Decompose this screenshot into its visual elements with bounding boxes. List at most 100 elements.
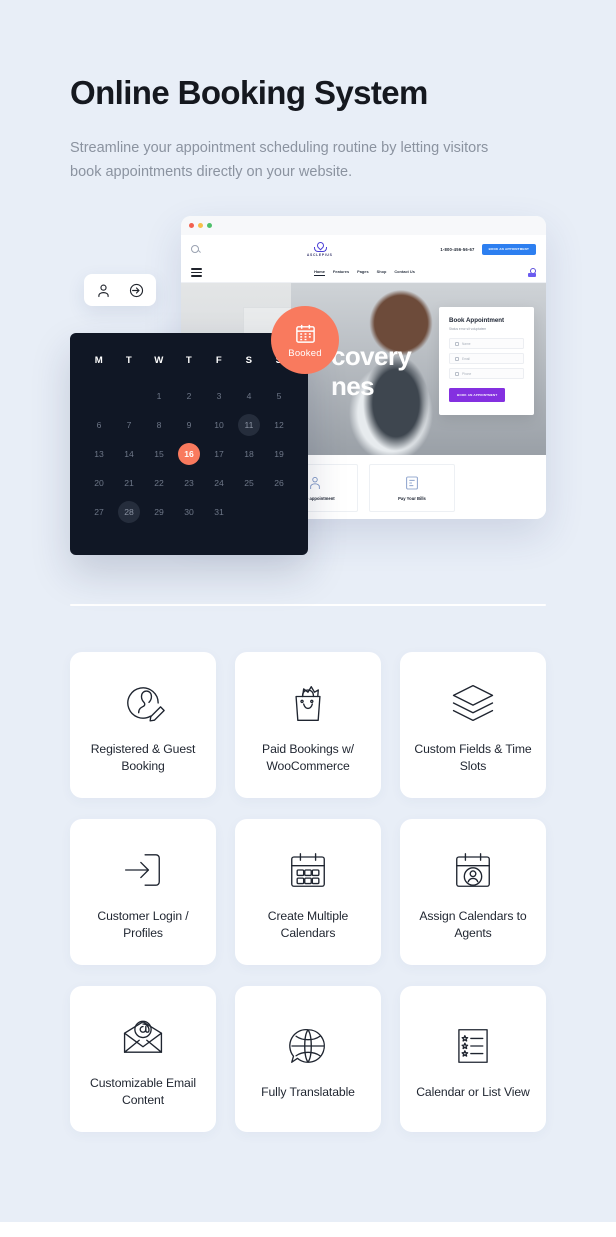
site-cta-button[interactable]: BOOK AN APPOINTMENT bbox=[481, 243, 536, 255]
booked-badge-label: Booked bbox=[288, 347, 322, 359]
shopping-bag-icon bbox=[282, 675, 334, 731]
calendar-day[interactable]: 23 bbox=[178, 472, 200, 494]
calendar-day[interactable]: 17 bbox=[208, 443, 230, 465]
globe-speech-icon bbox=[282, 1018, 334, 1074]
calendar-day[interactable]: 29 bbox=[148, 501, 170, 523]
calendar-day[interactable]: 7 bbox=[118, 414, 140, 436]
book-appointment-form: Book Appointment Status error sit volupt… bbox=[439, 307, 534, 415]
asclepius-logo-icon bbox=[313, 242, 328, 252]
calendar-day[interactable]: 25 bbox=[238, 472, 260, 494]
calendar-cell[interactable]: 5 bbox=[264, 385, 294, 407]
calendar-cell[interactable]: 15 bbox=[144, 443, 174, 465]
calendar-day[interactable]: 14 bbox=[118, 443, 140, 465]
nav-item-home[interactable]: Home bbox=[314, 269, 325, 276]
calendar-day[interactable]: 1 bbox=[148, 385, 170, 407]
calendar-day[interactable]: 22 bbox=[148, 472, 170, 494]
calendar-day[interactable]: 28 bbox=[118, 501, 140, 523]
user-account-pill[interactable] bbox=[84, 274, 156, 306]
calendar-cell[interactable]: 22 bbox=[144, 472, 174, 494]
calendar-cell[interactable]: 19 bbox=[264, 443, 294, 465]
calendar-day[interactable]: 8 bbox=[148, 414, 170, 436]
calendar-day[interactable]: 10 bbox=[208, 414, 230, 436]
feature-card-0[interactable]: Registered & Guest Booking bbox=[70, 652, 216, 798]
calendar-day[interactable]: 2 bbox=[178, 385, 200, 407]
calendar-day-selected[interactable]: 16 bbox=[178, 443, 200, 465]
calendar-day[interactable]: 13 bbox=[88, 443, 110, 465]
calendar-cell[interactable]: 8 bbox=[144, 414, 174, 436]
calendar-day[interactable]: 3 bbox=[208, 385, 230, 407]
calendar-day[interactable]: 24 bbox=[208, 472, 230, 494]
calendar-cell[interactable]: 25 bbox=[234, 472, 264, 494]
calendar-day[interactable]: 15 bbox=[148, 443, 170, 465]
calendar-day[interactable]: 21 bbox=[118, 472, 140, 494]
calendar-day[interactable]: 20 bbox=[88, 472, 110, 494]
calendar-day[interactable]: 18 bbox=[238, 443, 260, 465]
calendar-cell[interactable]: 23 bbox=[174, 472, 204, 494]
feature-card-8[interactable]: Calendar or List View bbox=[400, 986, 546, 1132]
phone-field[interactable]: Phone bbox=[449, 368, 524, 379]
calendar-cell[interactable]: 16 bbox=[174, 443, 204, 465]
feature-card-2[interactable]: Custom Fields & Time Slots bbox=[400, 652, 546, 798]
calendar-cell[interactable]: 13 bbox=[84, 443, 114, 465]
traffic-light-yellow-icon bbox=[198, 223, 203, 228]
calendar-cell[interactable]: 14 bbox=[114, 443, 144, 465]
calendar-cell[interactable]: 11 bbox=[234, 414, 264, 436]
feature-card-1[interactable]: Paid Bookings w/ WooCommerce bbox=[235, 652, 381, 798]
calendar-cell[interactable]: 17 bbox=[204, 443, 234, 465]
calendar-day[interactable]: 12 bbox=[268, 414, 290, 436]
calendar-cell[interactable]: 1 bbox=[144, 385, 174, 407]
calendar-day[interactable]: 5 bbox=[268, 385, 290, 407]
calendar-day[interactable]: 6 bbox=[88, 414, 110, 436]
feature-card-3[interactable]: Customer Login / Profiles bbox=[70, 819, 216, 965]
calendar-cell[interactable]: 12 bbox=[264, 414, 294, 436]
calendar-cell[interactable]: 28 bbox=[114, 501, 144, 523]
calendar-cell[interactable]: 27 bbox=[84, 501, 114, 523]
calendar-day[interactable]: 11 bbox=[238, 414, 260, 436]
calendar-cell[interactable]: 24 bbox=[204, 472, 234, 494]
calendar-cell[interactable]: 26 bbox=[264, 472, 294, 494]
feature-card-6[interactable]: Customizable Email Content bbox=[70, 986, 216, 1132]
profile-edit-icon bbox=[117, 675, 169, 731]
cart-icon[interactable] bbox=[527, 268, 536, 277]
feature-card-7[interactable]: Fully Translatable bbox=[235, 986, 381, 1132]
calendar-cell[interactable]: 31 bbox=[204, 501, 234, 523]
calendar-day[interactable]: 30 bbox=[178, 501, 200, 523]
calendar-cell[interactable]: 6 bbox=[84, 414, 114, 436]
login-arrow-icon[interactable] bbox=[128, 282, 145, 299]
calendar-cell[interactable]: 20 bbox=[84, 472, 114, 494]
calendar-weekday-2: W bbox=[154, 355, 164, 366]
calendar-cell[interactable]: 21 bbox=[114, 472, 144, 494]
nav-item-features[interactable]: Features bbox=[333, 269, 349, 276]
calendar-day[interactable]: 27 bbox=[88, 501, 110, 523]
footer-card-pay-bills[interactable]: Pay Your Bills bbox=[369, 464, 455, 512]
calendar-day[interactable]: 31 bbox=[208, 501, 230, 523]
email-field[interactable]: Email bbox=[449, 353, 524, 364]
calendar-day[interactable]: 26 bbox=[268, 472, 290, 494]
book-form-title: Book Appointment bbox=[449, 317, 505, 324]
calendar-grid: MTWTFSS123456789101112131415161718192021… bbox=[84, 355, 294, 523]
feature-card-4[interactable]: Create Multiple Calendars bbox=[235, 819, 381, 965]
phone-icon bbox=[455, 371, 459, 376]
calendar-cell[interactable]: 18 bbox=[234, 443, 264, 465]
calendar-cell[interactable]: 7 bbox=[114, 414, 144, 436]
nav-item-pages[interactable]: Pages bbox=[357, 269, 368, 276]
book-form-submit-button[interactable]: BOOK AN APPOINTMENT bbox=[449, 388, 506, 402]
site-hero-heading: covery nes bbox=[331, 341, 412, 401]
calendar-cell[interactable]: 4 bbox=[234, 385, 264, 407]
nav-item-contact[interactable]: Contact Us bbox=[394, 269, 415, 276]
calendar-day[interactable]: 4 bbox=[238, 385, 260, 407]
calendar-day[interactable]: 19 bbox=[268, 443, 290, 465]
calendar-cell[interactable]: 29 bbox=[144, 501, 174, 523]
calendar-cell[interactable]: 10 bbox=[204, 414, 234, 436]
calendar-day[interactable]: 9 bbox=[178, 414, 200, 436]
user-icon[interactable] bbox=[95, 282, 112, 299]
feature-card-5[interactable]: Assign Calendars to Agents bbox=[400, 819, 546, 965]
nav-item-shop[interactable]: Shop bbox=[377, 269, 387, 276]
hamburger-menu-icon[interactable] bbox=[191, 268, 202, 277]
name-field[interactable]: Name bbox=[449, 338, 524, 349]
search-icon[interactable] bbox=[191, 245, 199, 253]
calendar-cell[interactable]: 9 bbox=[174, 414, 204, 436]
calendar-cell[interactable]: 30 bbox=[174, 501, 204, 523]
calendar-cell[interactable]: 3 bbox=[204, 385, 234, 407]
calendar-cell[interactable]: 2 bbox=[174, 385, 204, 407]
